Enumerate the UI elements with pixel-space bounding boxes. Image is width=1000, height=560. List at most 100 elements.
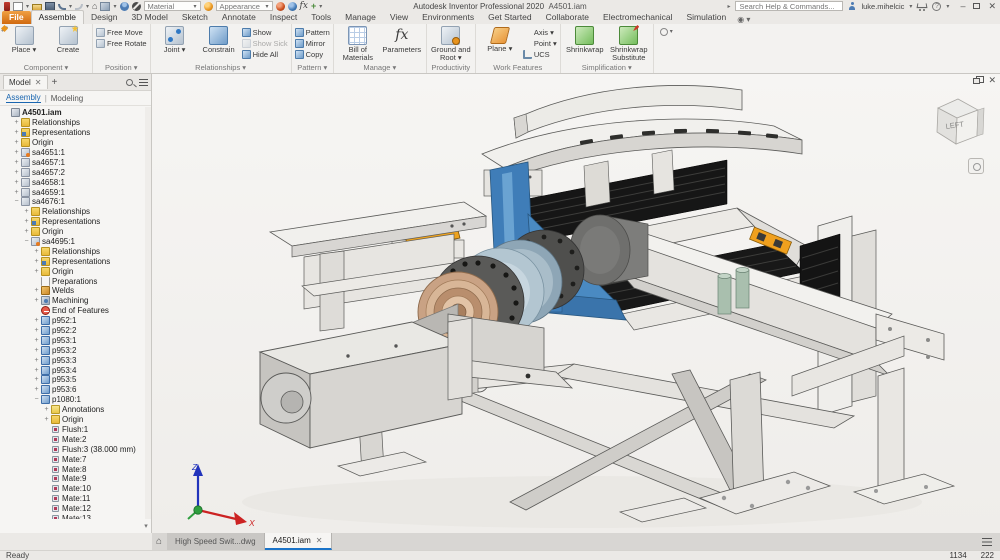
doc-close-icon[interactable]: ✕ — [988, 76, 996, 85]
tree-item-p953-5[interactable]: +p953:5 — [0, 375, 145, 385]
bill-of-materials-button[interactable]: Bill of Materials — [337, 25, 379, 62]
tree-item-sa4657-1[interactable]: +sa4657:1 — [0, 157, 145, 167]
doc-tab-high-speed-swit-dwg[interactable]: High Speed Swit...dwg — [167, 533, 265, 550]
tab-3d-model[interactable]: 3D Model — [124, 11, 174, 24]
shrinkwrap-button[interactable]: Shrinkwrap — [564, 25, 606, 54]
tab-collaborate[interactable]: Collaborate — [539, 11, 596, 24]
tree-expander-icon[interactable]: + — [13, 149, 20, 156]
minimize-button[interactable]: – — [960, 2, 965, 11]
tree-item-mate-10[interactable]: Mate:10 — [0, 484, 145, 494]
view-cube[interactable]: LEFT — [926, 90, 986, 154]
tree-item-end-of-features[interactable]: End of Features — [0, 306, 145, 316]
tree-item-mate-2[interactable]: Mate:2 — [0, 434, 145, 444]
tab-get-started[interactable]: Get Started — [481, 11, 538, 24]
tree-expander-icon[interactable]: + — [33, 317, 40, 324]
tree-item-sa4651-1[interactable]: +sa4651:1 — [0, 148, 145, 158]
free-rotate-button[interactable]: Free Rotate — [96, 38, 147, 48]
toolbar-overflow-arrow[interactable]: ▾ — [319, 3, 322, 10]
tree-expander-icon[interactable]: − — [33, 396, 40, 403]
tab-electromechanical[interactable]: Electromechanical — [596, 11, 679, 24]
browser-menu-icon[interactable] — [139, 79, 148, 86]
tree-expander-icon[interactable]: + — [23, 218, 30, 225]
tree-expander-icon[interactable]: + — [33, 367, 40, 374]
tree-item-flush-1[interactable]: Flush:1 — [0, 425, 145, 435]
tree-expander-icon[interactable]: + — [23, 228, 30, 235]
tab-design[interactable]: Design — [84, 11, 124, 24]
tree-item-mate-8[interactable]: Mate:8 — [0, 464, 145, 474]
tree-expander-icon[interactable]: + — [13, 179, 20, 186]
tree-item-representations[interactable]: +Representations — [0, 256, 145, 266]
tree-expander-icon[interactable]: − — [23, 238, 30, 245]
panel-label-relationships[interactable]: Relationships ▾ — [154, 62, 288, 73]
close-button[interactable]: ✕ — [988, 2, 996, 11]
browser-search-icon[interactable] — [126, 79, 133, 86]
tree-item-sa4695-1[interactable]: −sa4695:1 — [0, 237, 145, 247]
tree-expander-icon[interactable]: + — [33, 386, 40, 393]
tree-item-p953-4[interactable]: +p953:4 — [0, 365, 145, 375]
tree-item-sa4658-1[interactable]: +sa4658:1 — [0, 177, 145, 187]
mode-modeling[interactable]: Modeling — [51, 94, 83, 103]
axis-button[interactable]: Axis ▾ — [523, 27, 557, 37]
doc-tab-a4501-iam[interactable]: A4501.iam✕ — [265, 533, 332, 550]
sketch-icon[interactable] — [100, 2, 110, 11]
search-collapse-arrow[interactable]: ▸ — [727, 3, 730, 10]
tree-item-mate-11[interactable]: Mate:11 — [0, 494, 145, 504]
adjust-appearance-icon[interactable] — [276, 2, 285, 11]
create-button[interactable]: Create — [47, 25, 89, 54]
browser-tab-close-icon[interactable]: ✕ — [35, 78, 42, 87]
home-tab-icon[interactable]: ⌂ — [156, 536, 162, 547]
clear-material-icon[interactable] — [132, 2, 141, 11]
tree-item-origin[interactable]: +Origin — [0, 415, 145, 425]
tree-item-origin[interactable]: +Origin — [0, 138, 145, 148]
panel-label-component[interactable]: Component ▾ — [3, 62, 89, 73]
camera-tab-icon[interactable]: ◉ ▾ — [737, 15, 750, 24]
tree-expander-icon[interactable]: + — [13, 119, 20, 126]
tree-item-sa4676-1[interactable]: −sa4676:1 — [0, 197, 145, 207]
panel-label-manage[interactable]: Manage ▾ — [337, 62, 423, 73]
tree-item-p1080-1[interactable]: −p1080:1 — [0, 395, 145, 405]
doctab-menu-icon[interactable] — [982, 538, 992, 546]
show-button[interactable]: Show — [242, 27, 288, 37]
tree-expander-icon[interactable]: + — [43, 416, 50, 423]
tab-file[interactable]: File — [2, 11, 31, 24]
ribbon-expand-button[interactable]: ▾ — [654, 24, 679, 73]
tree-expander-icon[interactable]: + — [33, 248, 40, 255]
motor-gearbox[interactable] — [260, 318, 472, 448]
hide-all-button[interactable]: Hide All — [242, 49, 288, 59]
tree-item-representations[interactable]: +Representations — [0, 128, 145, 138]
home-view-icon[interactable]: ⌂ — [92, 2, 97, 11]
tree-item-sa4657-2[interactable]: +sa4657:2 — [0, 167, 145, 177]
user-dropdown-arrow[interactable]: ▾ — [909, 3, 912, 10]
help-icon[interactable]: ? — [932, 2, 941, 11]
material-combo[interactable]: Material▾ — [144, 1, 201, 11]
tab-inspect[interactable]: Inspect — [263, 11, 304, 24]
joint-button[interactable]: Joint ▾ — [154, 25, 196, 54]
tree-expander-icon[interactable]: + — [33, 376, 40, 383]
help-dropdown-arrow[interactable]: ▾ — [946, 3, 949, 10]
navigation-wheel-icon[interactable] — [968, 158, 984, 174]
tree-item-p953-6[interactable]: +p953:6 — [0, 385, 145, 395]
tree-expander-icon[interactable]: + — [23, 208, 30, 215]
tree-item-origin[interactable]: +Origin — [0, 227, 145, 237]
mirror-button[interactable]: Mirror — [295, 38, 330, 48]
free-move-button[interactable]: Free Move — [96, 27, 147, 37]
tree-item-representations[interactable]: +Representations — [0, 217, 145, 227]
tab-sketch[interactable]: Sketch — [175, 11, 215, 24]
tree-expander-icon[interactable]: + — [33, 268, 40, 275]
tree-expander-icon[interactable]: + — [13, 159, 20, 166]
tree-expander-icon[interactable]: + — [13, 139, 20, 146]
tree-item-relationships[interactable]: +Relationships — [0, 207, 145, 217]
store-cart-icon[interactable] — [917, 2, 927, 10]
restore-button[interactable] — [973, 3, 980, 9]
copy-appearance-icon[interactable] — [288, 2, 297, 11]
plane-button[interactable]: Plane ▾ — [479, 25, 521, 53]
panel-label-pattern[interactable]: Pattern ▾ — [295, 62, 330, 73]
tree-expander-icon[interactable]: + — [33, 287, 40, 294]
tab-tools[interactable]: Tools — [304, 11, 338, 24]
appearance-combo[interactable]: Appearance▾ — [216, 1, 273, 11]
tree-expander-icon[interactable]: + — [13, 129, 20, 136]
tree-item-p952-1[interactable]: +p952:1 — [0, 316, 145, 326]
browser-scroll-down-icon[interactable]: ▾ — [141, 521, 151, 533]
ground-and-root-button[interactable]: Ground and Root ▾ — [430, 25, 472, 62]
pattern-button[interactable]: Pattern — [295, 27, 330, 37]
